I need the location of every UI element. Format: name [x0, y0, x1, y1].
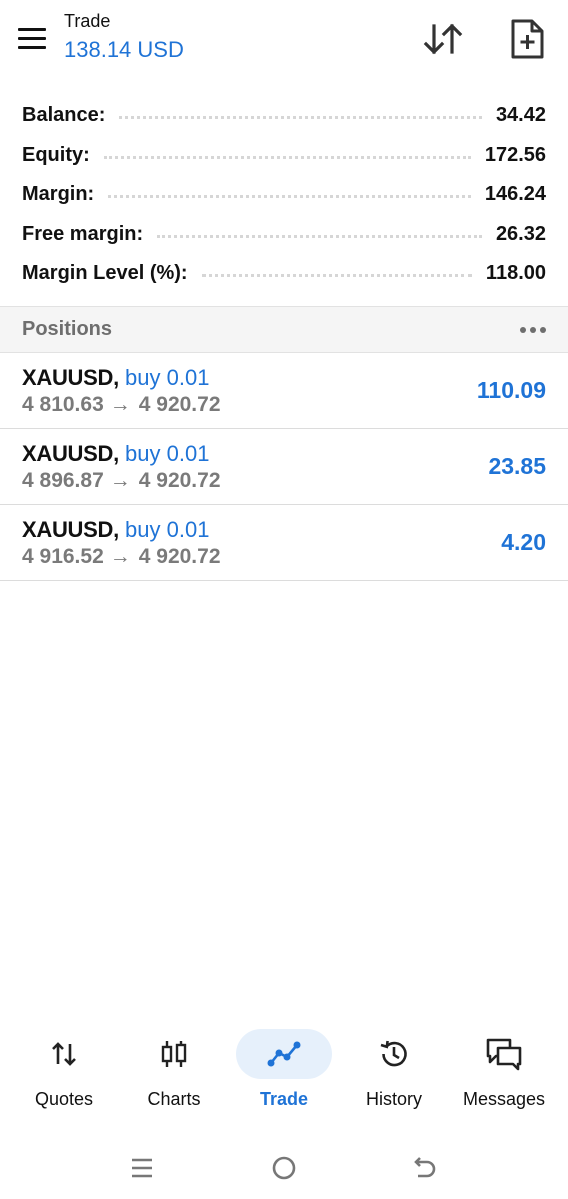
position-row[interactable]: XAUUSD, buy 0.01 4 916.52 → 4 920.72 4.20 — [0, 505, 568, 581]
position-side: buy 0.01 — [125, 517, 210, 542]
title-block: Trade 138.14 USD — [64, 10, 184, 65]
equity-subtitle: 138.14 USD — [64, 37, 184, 62]
page-title: Trade — [64, 11, 111, 31]
menu-icon[interactable] — [12, 20, 52, 56]
nav-label: History — [365, 1089, 422, 1109]
history-icon — [380, 1040, 407, 1067]
nav-icon-container — [346, 1029, 442, 1079]
home-button[interactable] — [264, 1150, 304, 1186]
position-symbol: XAUUSD, — [22, 365, 119, 390]
summary-value: 146.24 — [484, 183, 546, 206]
trade-screen: Trade 138.14 USD Balance: 34.42 Equity: — [0, 0, 568, 1199]
position-prices: 4 916.52 → 4 920.72 — [22, 543, 221, 571]
summary-label: Balance: — [22, 104, 106, 127]
dotted-leader — [157, 234, 482, 238]
recent-apps-icon — [132, 1158, 152, 1178]
nav-history[interactable]: History — [339, 1024, 449, 1120]
candlestick-icon — [161, 1041, 187, 1067]
account-summary: Balance: 34.42 Equity: 172.56 Margin: 14… — [0, 96, 568, 294]
arrow-right-icon: → — [109, 393, 131, 416]
dotted-leader — [201, 274, 472, 278]
nav-label: Messages — [462, 1089, 546, 1109]
sort-button[interactable] — [420, 16, 470, 62]
open-price: 4 810.63 — [22, 393, 104, 416]
messages-icon — [486, 1038, 522, 1071]
back-button[interactable] — [406, 1150, 446, 1186]
position-row[interactable]: XAUUSD, buy 0.01 4 896.87 → 4 920.72 23.85 — [0, 429, 568, 505]
summary-value: 172.56 — [484, 143, 546, 166]
position-row[interactable]: XAUUSD, buy 0.01 4 810.63 → 4 920.72 110.0… — [0, 353, 568, 429]
trade-icon — [267, 1041, 301, 1067]
open-price: 4 916.52 — [22, 545, 104, 568]
nav-icon-container — [236, 1029, 332, 1079]
arrow-right-icon: → — [109, 545, 131, 568]
position-title: XAUUSD, buy 0.01 — [22, 440, 209, 468]
position-symbol: XAUUSD, — [22, 517, 119, 542]
quotes-icon — [52, 1042, 76, 1066]
sort-arrows-icon — [423, 23, 463, 55]
summary-label: Free margin: — [22, 222, 144, 245]
more-options-icon[interactable] — [520, 326, 546, 333]
positions-list: XAUUSD, buy 0.01 4 810.63 → 4 920.72 110.0… — [0, 353, 568, 581]
position-prices: 4 896.87 → 4 920.72 — [22, 467, 221, 495]
current-price: 4 920.72 — [138, 469, 221, 492]
nav-label: Trade — [259, 1089, 309, 1109]
position-title: XAUUSD, buy 0.01 — [22, 516, 209, 544]
current-price: 4 920.72 — [138, 545, 221, 568]
recent-apps-button[interactable] — [122, 1150, 162, 1186]
nav-charts[interactable]: Charts — [119, 1024, 229, 1120]
nav-label: Charts — [147, 1089, 201, 1109]
position-symbol: XAUUSD, — [22, 441, 119, 466]
nav-label: Quotes — [34, 1089, 94, 1109]
nav-quotes[interactable]: Quotes — [9, 1024, 119, 1120]
summary-value: 26.32 — [495, 222, 546, 245]
position-profit: 110.09 — [476, 377, 546, 403]
nav-icon-container — [126, 1029, 222, 1079]
summary-value: 118.00 — [485, 262, 546, 285]
dotted-leader — [119, 116, 482, 120]
system-navigation-bar — [0, 1140, 568, 1196]
bottom-navigation: Quotes Charts Trade History Messages — [0, 1024, 568, 1120]
home-circle-icon — [272, 1156, 296, 1180]
summary-label: Margin Level (%): — [22, 262, 188, 285]
summary-row-free-margin: Free margin: 26.32 — [0, 215, 568, 255]
summary-label: Equity: — [22, 143, 90, 166]
position-title: XAUUSD, buy 0.01 — [22, 364, 209, 392]
app-header: Trade 138.14 USD — [0, 0, 568, 90]
new-order-button[interactable] — [504, 16, 550, 62]
dotted-leader — [108, 195, 471, 199]
position-prices: 4 810.63 → 4 920.72 — [22, 391, 221, 419]
position-profit: 4.20 — [501, 529, 546, 555]
back-arrow-icon — [414, 1157, 436, 1178]
nav-icon-container — [16, 1029, 112, 1079]
positions-title: Positions — [22, 318, 113, 340]
new-document-icon — [511, 19, 544, 59]
summary-label: Margin: — [22, 183, 95, 206]
summary-value: 34.42 — [495, 104, 546, 127]
summary-row-balance: Balance: 34.42 — [0, 96, 568, 136]
summary-row-margin-level: Margin Level (%): 118.00 — [0, 254, 568, 294]
arrow-right-icon: → — [109, 469, 131, 492]
open-price: 4 896.87 — [22, 469, 104, 492]
nav-trade[interactable]: Trade — [229, 1024, 339, 1120]
summary-row-equity: Equity: 172.56 — [0, 136, 568, 176]
nav-icon-container — [456, 1029, 552, 1079]
position-side: buy 0.01 — [125, 441, 210, 466]
position-side: buy 0.01 — [125, 365, 210, 390]
nav-messages[interactable]: Messages — [449, 1024, 559, 1120]
positions-section-header: Positions — [0, 306, 568, 353]
current-price: 4 920.72 — [138, 393, 221, 416]
dotted-leader — [103, 155, 471, 159]
position-profit: 23.85 — [488, 453, 546, 479]
summary-row-margin: Margin: 146.24 — [0, 175, 568, 215]
